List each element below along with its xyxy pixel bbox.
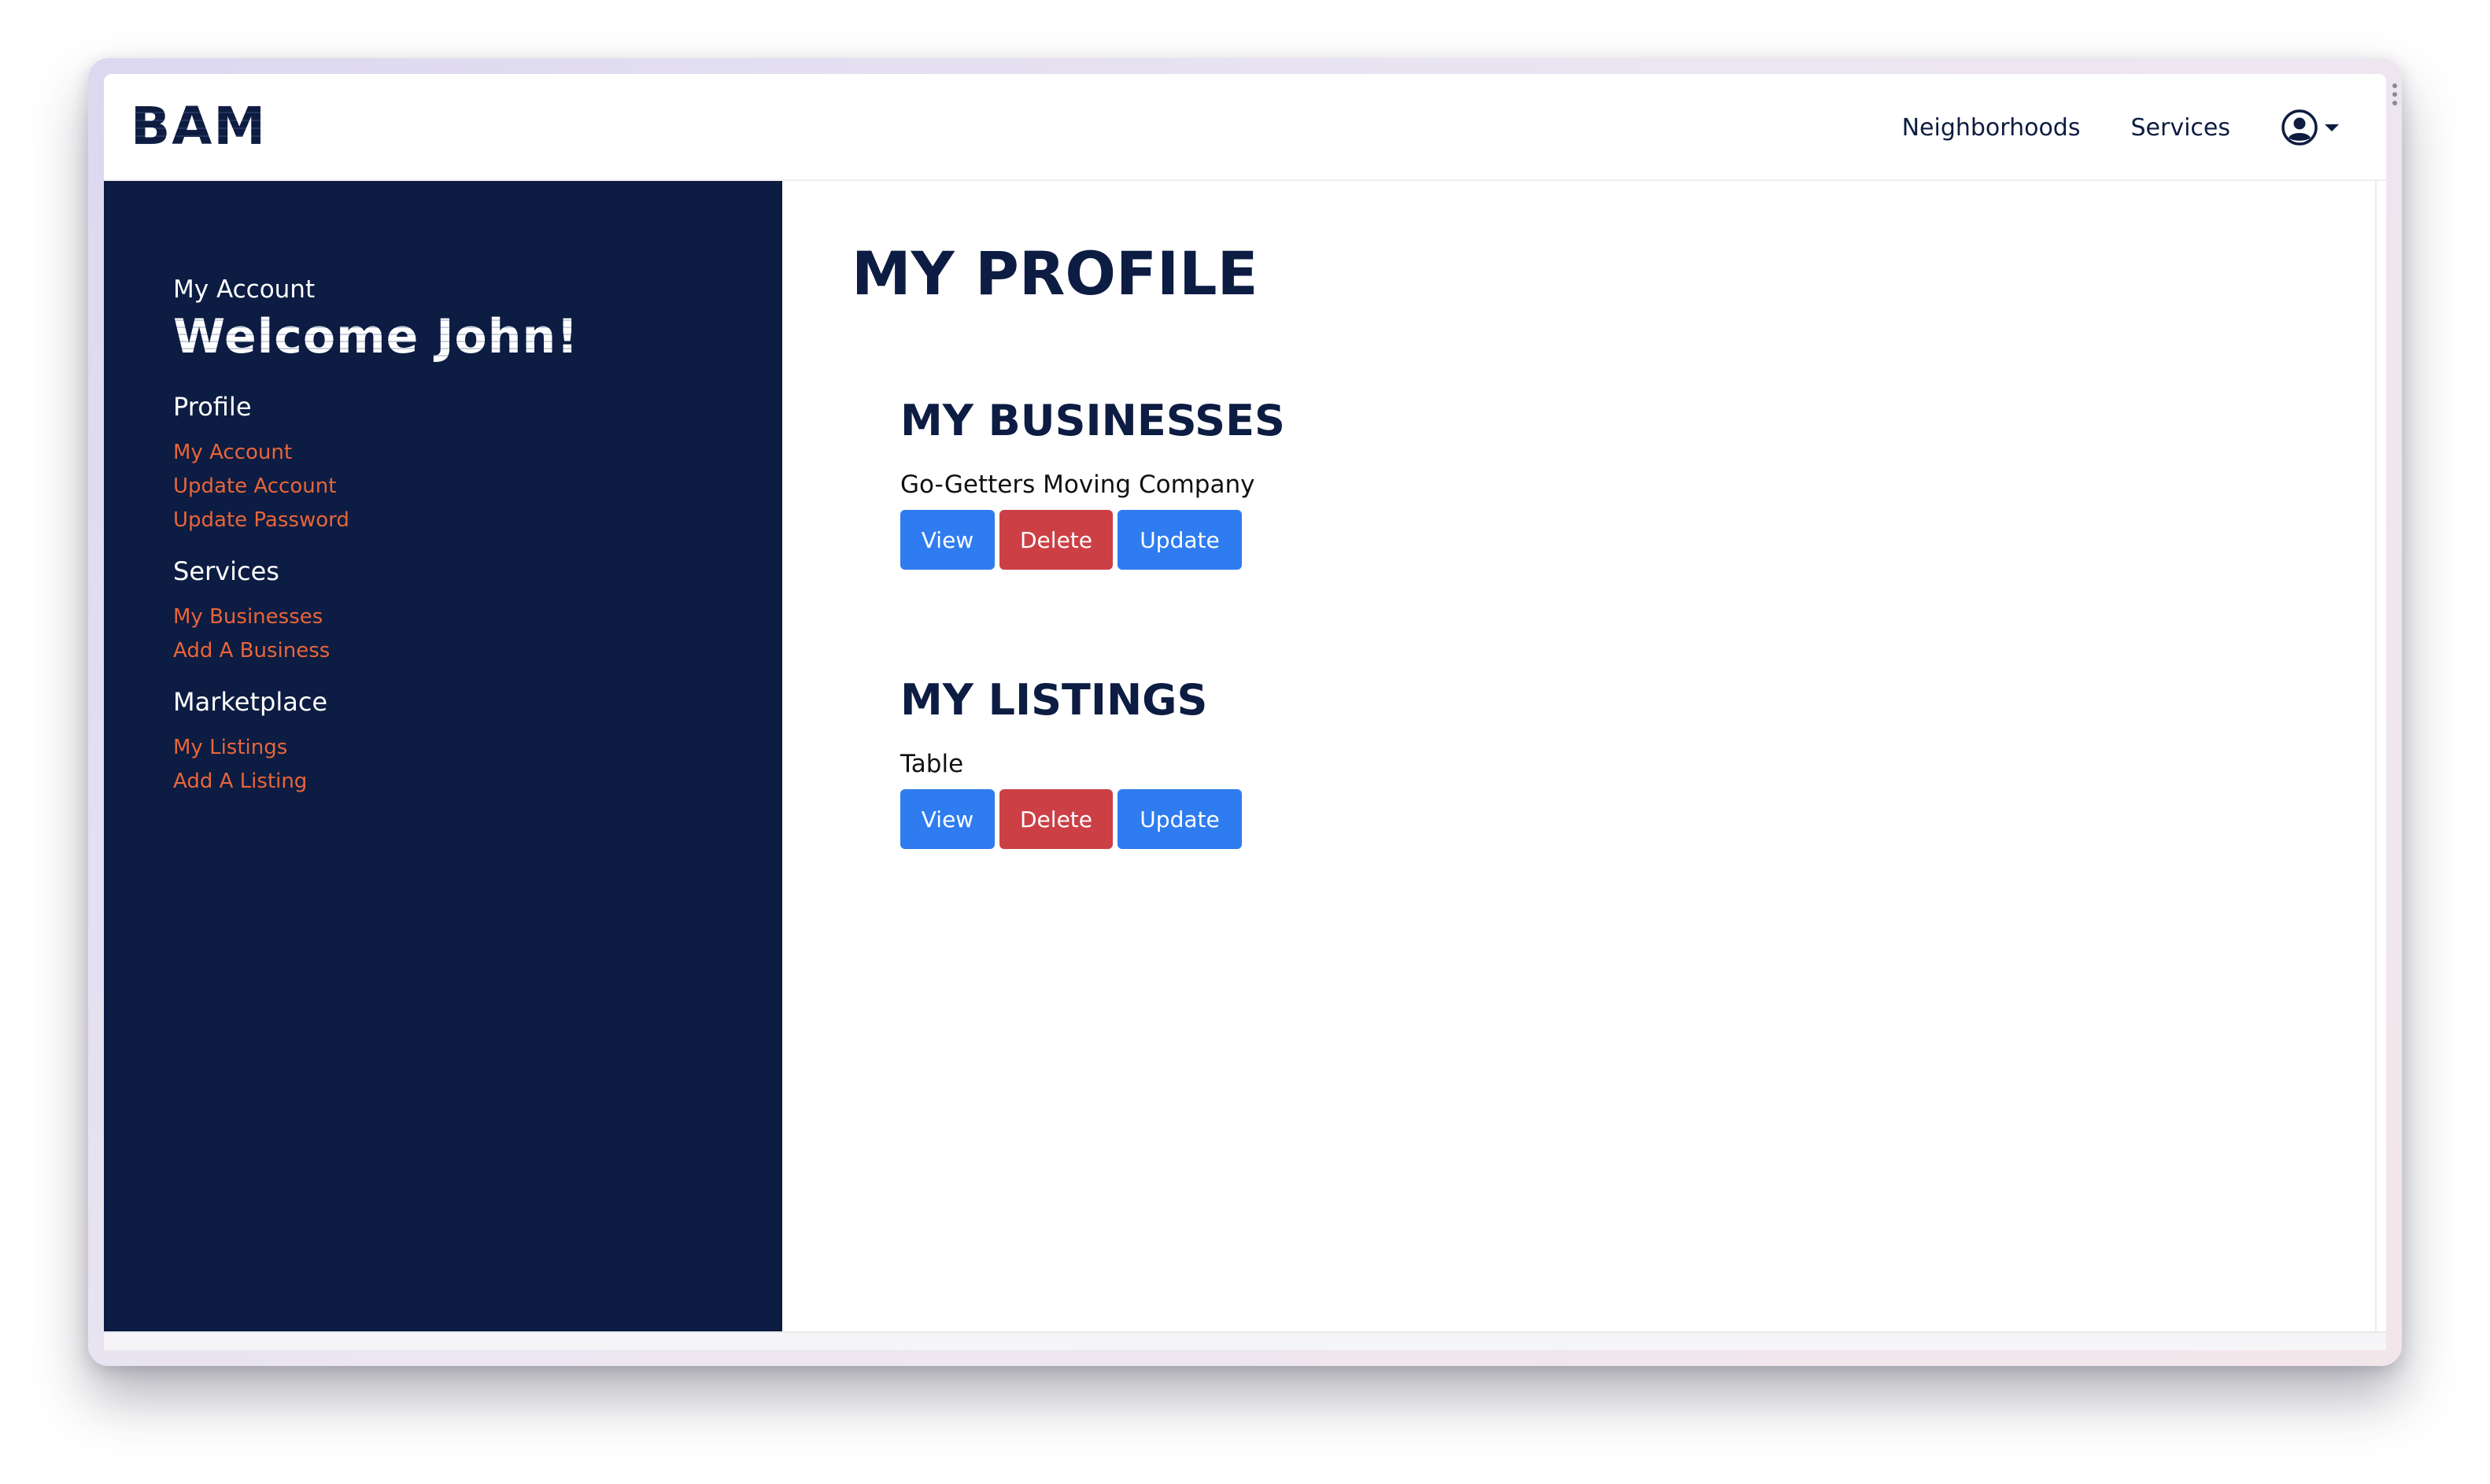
sidebar-link-add-a-business[interactable]: Add A Business <box>173 634 579 668</box>
sidebar-account-label: My Account <box>173 275 316 304</box>
window-resize-grip[interactable] <box>2392 83 2397 109</box>
business-update-button[interactable]: Update <box>1118 510 1242 570</box>
welcome-heading: Welcome John! <box>173 307 579 367</box>
chevron-down-icon <box>2325 124 2339 131</box>
businesses-section: MY BUSINESSES Go-Getters Moving Company … <box>900 393 1285 570</box>
main-content: MY PROFILE MY BUSINESSES Go-Getters Movi… <box>782 181 2377 1331</box>
page-title: MY PROFILE <box>852 238 1258 308</box>
sidebar-link-my-businesses[interactable]: My Businesses <box>173 600 579 634</box>
business-delete-button[interactable]: Delete <box>999 510 1113 570</box>
sidebar-link-update-account[interactable]: Update Account <box>173 470 579 504</box>
sidebar-profile-links: My Account Update Account Update Passwor… <box>173 436 579 537</box>
user-circle-icon <box>2281 109 2318 146</box>
listings-heading: MY LISTINGS <box>900 675 1208 725</box>
top-navbar: BAM Neighborhoods Services <box>104 74 2386 181</box>
listings-section: MY LISTINGS Table View Delete Update <box>900 673 1247 849</box>
nav-link-neighborhoods[interactable]: Neighborhoods <box>1902 114 2081 142</box>
sidebar-link-my-listings[interactable]: My Listings <box>173 731 579 765</box>
page-footer-strip <box>104 1331 2386 1350</box>
listing-view-button[interactable]: View <box>900 789 995 849</box>
listing-delete-button[interactable]: Delete <box>999 789 1113 849</box>
sidebar-heading-services: Services <box>173 556 279 586</box>
sidebar-link-update-password[interactable]: Update Password <box>173 504 579 537</box>
business-name: Go-Getters Moving Company <box>900 471 1255 499</box>
sidebar: My Account Welcome John! Profile My Acco… <box>104 181 782 1331</box>
nav-links: Neighborhoods Services <box>1902 105 2339 150</box>
user-menu-dropdown[interactable] <box>2281 109 2339 146</box>
sidebar-link-add-a-listing[interactable]: Add A Listing <box>173 765 579 799</box>
listing-name: Table <box>900 750 964 778</box>
sidebar-services-links: My Businesses Add A Business <box>173 600 579 668</box>
page: BAM Neighborhoods Services My Account We… <box>104 74 2386 1350</box>
business-view-button[interactable]: View <box>900 510 995 570</box>
listing-update-button[interactable]: Update <box>1118 789 1242 849</box>
sidebar-link-my-account[interactable]: My Account <box>173 436 579 470</box>
bam-logo[interactable]: BAM <box>131 98 267 156</box>
sidebar-heading-profile: Profile <box>173 392 252 422</box>
businesses-heading: MY BUSINESSES <box>900 396 1285 445</box>
browser-window: BAM Neighborhoods Services My Account We… <box>88 58 2402 1366</box>
nav-link-services[interactable]: Services <box>2130 114 2230 142</box>
sidebar-marketplace-links: My Listings Add A Listing <box>173 731 579 799</box>
listing-actions: View Delete Update <box>900 789 1247 849</box>
business-actions: View Delete Update <box>900 510 1285 570</box>
sidebar-heading-marketplace: Marketplace <box>173 687 328 717</box>
